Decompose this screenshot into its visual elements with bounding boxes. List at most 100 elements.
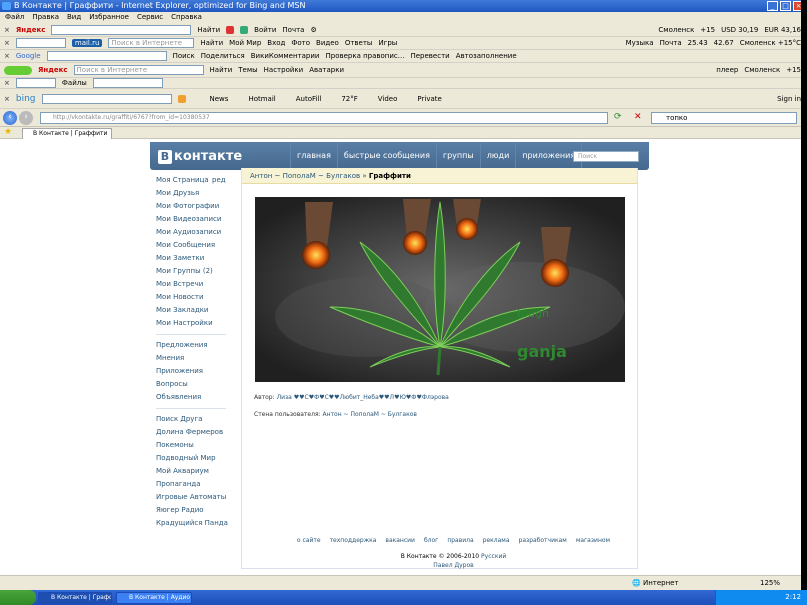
yandex-weather[interactable]: +15 <box>700 26 715 34</box>
sidebar-item[interactable]: Мои Новости <box>156 291 246 304</box>
sidebar-item[interactable]: Мои Группы (2) <box>156 265 246 278</box>
menu-edit[interactable]: Правка <box>32 12 59 23</box>
google-item[interactable]: Поиск <box>173 52 195 60</box>
sidebar-item[interactable]: Мои Настройки <box>156 317 246 330</box>
footer-link[interactable]: вакансии <box>385 537 415 544</box>
taskbar-item[interactable]: В Контакте | Аудио ... <box>116 592 192 604</box>
mailru-music[interactable]: Музыка <box>626 39 654 47</box>
google-search-input[interactable] <box>46 51 167 61</box>
footer-author-link[interactable]: Павел Дуров <box>100 562 807 569</box>
google-item[interactable]: Автозаполнение <box>456 52 517 60</box>
yandex-login-button[interactable]: Войти <box>254 26 276 34</box>
nav-people[interactable]: люди <box>479 142 516 170</box>
footer-link[interactable]: правила <box>447 537 473 544</box>
sidebar-item[interactable]: Мои Друзья <box>156 187 246 200</box>
menu-file[interactable]: Файл <box>5 12 24 23</box>
stop-icon[interactable]: ✕ <box>634 112 642 122</box>
mailru-rate1[interactable]: 25.43 <box>688 39 708 47</box>
yandex-usd[interactable]: USD 30,19 <box>721 26 758 34</box>
menu-favorites[interactable]: Избранное <box>89 12 129 23</box>
mailru-item[interactable]: Вход <box>267 39 285 47</box>
refresh-icon[interactable] <box>240 25 249 34</box>
yandex-temp[interactable]: +15 <box>786 66 801 74</box>
google-item[interactable]: Поделиться <box>201 52 245 60</box>
menu-view[interactable]: Вид <box>67 12 81 23</box>
menu-help[interactable]: Справка <box>171 12 202 23</box>
forward-button[interactable]: › <box>19 111 33 125</box>
mini-select[interactable] <box>92 78 163 88</box>
footer-link[interactable]: блог <box>424 537 438 544</box>
sidebar-item[interactable]: Предложения <box>156 339 246 352</box>
taskbar-item[interactable]: В Контакте | Графф... <box>38 592 112 604</box>
sidebar-app-item[interactable]: Мой Аквариум <box>156 465 246 478</box>
mailru-rate2[interactable]: 42.67 <box>714 39 734 47</box>
close-toolbar-icon[interactable]: × <box>4 95 10 103</box>
yandex-city[interactable]: Смоленск <box>658 26 694 34</box>
sidebar-app-item[interactable]: Подводный Мир <box>156 452 246 465</box>
footer-link[interactable]: техподдержка <box>330 537 377 544</box>
url-input[interactable]: http://vkontakte.ru/graffiti/6767?from_i… <box>40 112 608 124</box>
nav-groups[interactable]: группы <box>435 142 480 170</box>
nav-messages[interactable]: быстрые сообщения <box>336 142 436 170</box>
yandex-city[interactable]: Смоленск <box>744 66 780 74</box>
bing-search-input[interactable] <box>41 93 172 104</box>
close-toolbar-icon[interactable]: × <box>4 39 10 47</box>
sidebar-app-item[interactable]: Поиск Друга <box>156 413 246 426</box>
nav-home[interactable]: главная <box>290 142 337 170</box>
footer-link[interactable]: магазином <box>576 537 610 544</box>
sidebar-item[interactable]: Мои Видеозаписи <box>156 213 246 226</box>
player-button[interactable]: плеер <box>716 66 738 74</box>
yandex-search-input[interactable]: Поиск в Интернете <box>73 65 204 75</box>
breadcrumb-path[interactable]: Антон ~ ПополаМ ~ Булгаков » <box>250 172 367 180</box>
bing-news-button[interactable]: News <box>210 95 229 103</box>
footer-link[interactable]: о сайте <box>297 537 321 544</box>
bing-hotmail-button[interactable]: Hotmail <box>248 95 275 103</box>
yandex-search-button[interactable]: Найти <box>197 26 220 34</box>
pen-icon[interactable] <box>226 25 235 34</box>
close-toolbar-icon[interactable]: × <box>4 26 10 34</box>
sidebar-item[interactable]: Объявления <box>156 391 246 404</box>
favorites-star-icon[interactable]: ★ <box>4 127 12 137</box>
bing-signin[interactable]: Sign in <box>777 95 801 103</box>
mailru-item[interactable]: Видео <box>316 39 339 47</box>
sidebar-app-item[interactable]: Яюгер Радио <box>156 504 246 517</box>
mailru-search-input[interactable]: Поиск в Интернете <box>108 38 195 48</box>
bing-search-icon[interactable] <box>177 94 186 103</box>
footer-link[interactable]: разработчикам <box>519 537 567 544</box>
back-button[interactable]: ‹ <box>3 111 17 125</box>
mailru-mail[interactable]: Почта <box>660 39 682 47</box>
vk-logo[interactable]: В контакте <box>158 149 242 164</box>
google-item[interactable]: Проверка правопис... <box>325 52 404 60</box>
tab-vkontakte[interactable]: В Контакте | Граффити <box>22 128 112 139</box>
avatars-button[interactable]: Аватарки <box>309 66 344 74</box>
bing-autofill-button[interactable]: AutoFill <box>296 95 322 103</box>
clock[interactable]: 2:12 <box>785 593 801 601</box>
sidebar-item[interactable]: Мои Сообщения <box>156 239 246 252</box>
yandex-search-input[interactable] <box>51 24 192 35</box>
mailru-item[interactable]: Ответы <box>345 39 373 47</box>
sidebar-item[interactable]: Мои Фотографии <box>156 200 246 213</box>
sidebar-item[interactable]: Мнения <box>156 352 246 365</box>
bing-private-button[interactable]: Private <box>417 95 441 103</box>
google-item[interactable]: ВикиКомментарии <box>251 52 320 60</box>
sidebar-item[interactable]: Мои Встречи <box>156 278 246 291</box>
settings-gear-icon[interactable]: ⚙ <box>310 26 316 34</box>
sidebar-app-item[interactable]: Пропаганда <box>156 478 246 491</box>
themes-button[interactable]: Темы <box>238 66 257 74</box>
sidebar-item[interactable]: Моя Страница <box>156 174 246 187</box>
mailru-search-button[interactable]: Найти <box>200 39 223 47</box>
mailru-weather[interactable]: Смоленск +15°С <box>740 39 801 47</box>
vk-search-input[interactable]: Поиск <box>573 151 639 162</box>
footer-link[interactable]: реклама <box>483 537 510 544</box>
yandex-eur[interactable]: EUR 43,16 <box>764 26 801 34</box>
sidebar-app-item[interactable]: Покемоны <box>156 439 246 452</box>
sidebar-app-item[interactable]: Крадущийся Панда <box>156 517 246 530</box>
language-link[interactable]: Русский <box>481 553 506 560</box>
bing-weather-button[interactable]: 72°F <box>341 95 357 103</box>
google-item[interactable]: Перевести <box>410 52 449 60</box>
nav-apps[interactable]: приложения <box>515 142 581 170</box>
bing-video-button[interactable]: Video <box>378 95 398 103</box>
zoom-level[interactable]: 125% <box>760 576 780 590</box>
author-link[interactable]: Лиза ♥♥С♥Ф♥С♥♥Любит_Неба♥♥Л♥Ю♥Ф♥Флэрова <box>277 394 449 401</box>
sidebar-item[interactable]: Мои Аудиозаписи <box>156 226 246 239</box>
